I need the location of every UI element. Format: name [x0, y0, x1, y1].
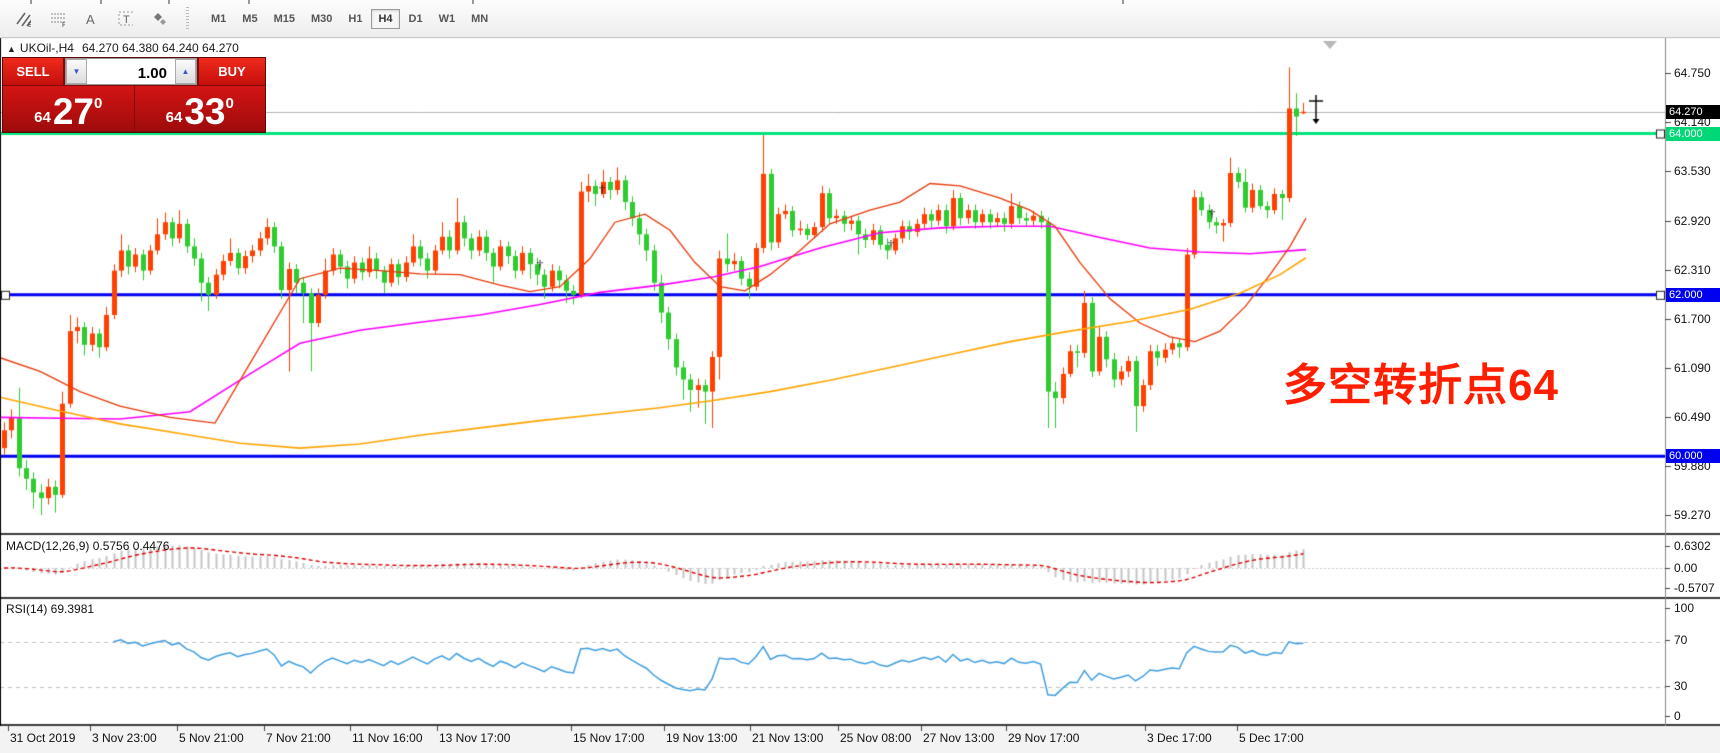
time-axis-label: 15 Nov 17:00	[573, 731, 644, 745]
toolbar-grip[interactable]	[186, 7, 189, 31]
sell-button[interactable]: SELL	[3, 58, 63, 85]
rsi-scale-label: 70	[1674, 633, 1687, 647]
rsi-scale-label: 30	[1674, 679, 1687, 693]
terminal-window: E F A T M1M5M15M30H1H4D1W1MN ▲ UKOil-,H4 64.2…	[0, 0, 1720, 753]
drawing-tools-group: EFAT	[0, 0, 176, 37]
arrows-tool-icon[interactable]: A	[76, 6, 106, 32]
time-axis-label: 19 Nov 13:00	[666, 731, 737, 745]
price-axis-tick: 64.750	[1674, 66, 1711, 80]
toolbar-divider-notch	[30, 0, 32, 4]
toolbar: E F A T M1M5M15M30H1H4D1W1MN	[0, 0, 1720, 38]
svg-text:T: T	[123, 14, 130, 26]
time-axis-label: 3 Nov 23:00	[92, 731, 157, 745]
price-axis-tag: 62.000	[1666, 288, 1720, 302]
one-click-trading-panel: SELL ▼ ▲ BUY 64 27 0 64 33 0	[2, 57, 266, 133]
time-axis-label: 3 Dec 17:00	[1147, 731, 1212, 745]
sell-price-whole: 64	[34, 110, 51, 125]
price-axis-tick: 63.530	[1674, 164, 1711, 178]
timeframe-m5-button[interactable]: M5	[235, 9, 264, 29]
price-axis-tick: 61.090	[1674, 361, 1711, 375]
time-axis-label: 13 Nov 17:00	[439, 731, 510, 745]
time-axis-label: 5 Dec 17:00	[1239, 731, 1304, 745]
chart-annotation-text[interactable]: 多空转折点64	[1283, 349, 1559, 413]
timeframe-w1-button[interactable]: W1	[432, 9, 463, 29]
price-axis-tick: 62.310	[1674, 263, 1711, 277]
time-axis-label: 21 Nov 13:00	[752, 731, 823, 745]
svg-text:F: F	[62, 22, 65, 27]
buy-price-point: 0	[226, 96, 234, 111]
shapes-icon[interactable]	[144, 6, 174, 32]
timeframe-h4-button[interactable]: H4	[371, 9, 399, 29]
time-axis-label: 27 Nov 13:00	[923, 731, 994, 745]
timeframe-m1-button[interactable]: M1	[204, 9, 233, 29]
chart-title: ▲ UKOil-,H4 64.270 64.380 64.240 64.270	[7, 41, 239, 55]
buy-button[interactable]: BUY	[199, 58, 265, 85]
macd-scale-label: 0.00	[1674, 561, 1697, 575]
timeframe-h1-button[interactable]: H1	[341, 9, 369, 29]
ohlc-readout: 64.270 64.380 64.240 64.270	[82, 41, 239, 55]
toolbar-divider-notch	[248, 0, 250, 4]
time-axis-label: 7 Nov 21:00	[266, 731, 331, 745]
rsi-scale-label: 100	[1674, 601, 1694, 615]
timeframe-m30-button[interactable]: M30	[304, 9, 339, 29]
time-axis-label: 11 Nov 16:00	[352, 731, 423, 745]
timeframe-group: M1M5M15M30H1H4D1W1MN	[197, 0, 496, 37]
macd-scale-label: 0.6302	[1674, 539, 1711, 553]
price-axis-tick: 60.490	[1674, 410, 1711, 424]
svg-text:A: A	[86, 12, 95, 27]
macd-scale-label: -0.5707	[1674, 581, 1715, 595]
time-axis-label: 25 Nov 08:00	[840, 731, 911, 745]
time-axis-label: 5 Nov 21:00	[179, 731, 244, 745]
sell-price-display[interactable]: 64 27 0	[3, 86, 134, 131]
svg-text:E: E	[28, 22, 31, 27]
volume-input[interactable]	[87, 59, 175, 84]
toolbar-divider-notch	[168, 0, 170, 4]
volume-stepper: ▼ ▲	[65, 58, 197, 85]
price-axis-tick: 61.700	[1674, 312, 1711, 326]
toolbar-divider-notch	[1122, 0, 1124, 4]
rsi-scale-label: 0	[1674, 709, 1681, 723]
price-axis-tag: 64.270	[1666, 105, 1720, 119]
timeframe-m15-button[interactable]: M15	[267, 9, 302, 29]
buy-price-display[interactable]: 64 33 0	[135, 86, 266, 131]
buy-price-pips: 33	[184, 96, 225, 127]
time-axis-label: 29 Nov 17:00	[1008, 731, 1079, 745]
rsi-indicator-label: RSI(14) 69.3981	[6, 602, 94, 616]
price-axis-tag: 64.000	[1666, 127, 1720, 141]
price-axis-tick: 59.270	[1674, 508, 1711, 522]
sell-price-pips: 27	[53, 96, 94, 127]
timeframe-d1-button[interactable]: D1	[402, 9, 430, 29]
volume-decrease-button[interactable]: ▼	[66, 59, 87, 84]
timeframe-mn-button[interactable]: MN	[464, 9, 495, 29]
price-axis-tick: 62.920	[1674, 214, 1711, 228]
equidistant-channel-icon[interactable]: E	[8, 6, 38, 32]
toolbar-divider-notch	[472, 0, 474, 4]
fibonacci-icon[interactable]: F	[42, 6, 72, 32]
time-axis-label: 31 Oct 2019	[10, 731, 75, 745]
text-label-icon[interactable]: T	[110, 6, 140, 32]
collapse-panel-icon[interactable]: ▲	[7, 44, 16, 54]
price-axis-tag: 60.000	[1666, 449, 1720, 463]
buy-price-whole: 64	[166, 110, 183, 125]
toolbar-divider-notch	[100, 0, 102, 4]
macd-indicator-label: MACD(12,26,9) 0.5756 0.4476	[6, 539, 169, 553]
volume-increase-button[interactable]: ▲	[175, 59, 196, 84]
sell-price-point: 0	[94, 96, 102, 111]
symbol-name: UKOil-,H4	[20, 41, 74, 55]
